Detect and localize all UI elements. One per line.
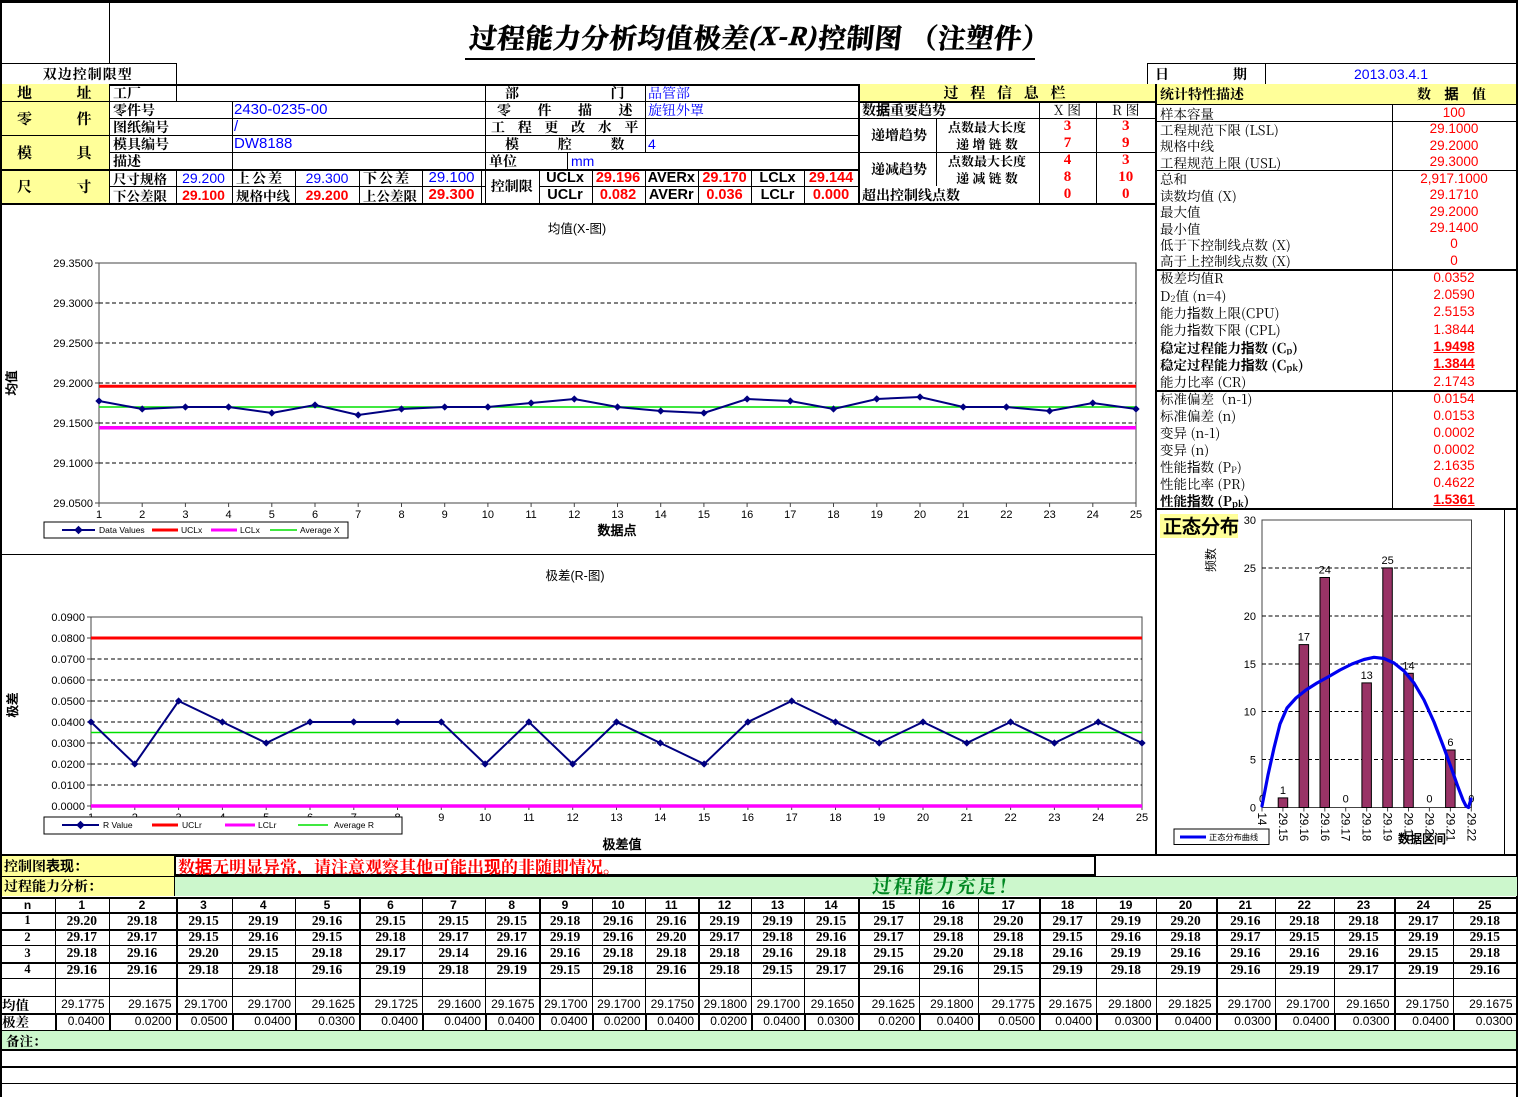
svg-text:19: 19 xyxy=(871,509,883,521)
svg-text:18: 18 xyxy=(829,812,841,824)
svg-text:29.17: 29.17 xyxy=(1339,813,1351,842)
svg-text:15: 15 xyxy=(698,509,710,521)
svg-text:25: 25 xyxy=(1130,509,1142,521)
svg-text:0.0200: 0.0200 xyxy=(51,759,85,771)
svg-text:13: 13 xyxy=(610,812,622,824)
svg-text:20: 20 xyxy=(917,812,929,824)
svg-text:6: 6 xyxy=(1447,737,1453,749)
svg-text:24: 24 xyxy=(1092,812,1104,824)
svg-text:23: 23 xyxy=(1048,812,1060,824)
svg-text:Data Values: Data Values xyxy=(99,525,145,535)
svg-text:10: 10 xyxy=(1244,707,1256,719)
svg-text:20: 20 xyxy=(1244,611,1256,623)
svg-text:2: 2 xyxy=(139,509,145,521)
svg-text:1: 1 xyxy=(96,509,102,521)
svg-text:24: 24 xyxy=(1087,509,1099,521)
svg-text:29.0500: 29.0500 xyxy=(53,498,93,510)
svg-text:13: 13 xyxy=(1361,670,1373,682)
svg-text:17: 17 xyxy=(784,509,796,521)
svg-text:29.3000: 29.3000 xyxy=(53,298,93,310)
svg-text:0: 0 xyxy=(1426,794,1432,806)
svg-text:0.0500: 0.0500 xyxy=(51,696,85,708)
svg-text:极差: 极差 xyxy=(5,692,20,717)
svg-text:29.18: 29.18 xyxy=(1360,813,1372,842)
svg-text:16: 16 xyxy=(741,509,753,521)
svg-text:8: 8 xyxy=(398,509,404,521)
svg-text:Average X: Average X xyxy=(300,525,340,535)
svg-text:UCLx: UCLx xyxy=(181,525,203,535)
svg-text:UCLr: UCLr xyxy=(182,820,202,830)
svg-text:0.0100: 0.0100 xyxy=(51,780,85,792)
svg-text:29.1000: 29.1000 xyxy=(53,458,93,470)
svg-text:29.2500: 29.2500 xyxy=(53,338,93,350)
svg-text:15: 15 xyxy=(698,812,710,824)
svg-text:正态分布曲线: 正态分布曲线 xyxy=(1209,832,1258,842)
svg-text:0.0400: 0.0400 xyxy=(51,717,85,729)
svg-text:29.16: 29.16 xyxy=(1297,813,1309,842)
svg-text:12: 12 xyxy=(567,812,579,824)
svg-text:11: 11 xyxy=(525,509,536,521)
svg-text:频数: 频数 xyxy=(1203,548,1218,572)
svg-text:0: 0 xyxy=(1343,794,1349,806)
svg-text:数据区间: 数据区间 xyxy=(1398,831,1446,846)
svg-text:9: 9 xyxy=(442,509,448,521)
svg-text:Average R: Average R xyxy=(334,820,374,830)
svg-text:29.19: 29.19 xyxy=(1381,813,1393,842)
svg-text:25: 25 xyxy=(1244,563,1256,575)
svg-text:22: 22 xyxy=(1004,812,1016,824)
svg-text:10: 10 xyxy=(482,509,494,521)
svg-text:5: 5 xyxy=(269,509,275,521)
svg-text:极差(R-图): 极差(R-图) xyxy=(545,569,604,583)
svg-text:3: 3 xyxy=(182,509,188,521)
svg-text:R Value: R Value xyxy=(103,820,133,830)
svg-text:24: 24 xyxy=(1319,565,1331,577)
svg-text:7: 7 xyxy=(355,509,361,521)
svg-text:0.0800: 0.0800 xyxy=(51,633,85,645)
svg-text:16: 16 xyxy=(742,812,754,824)
svg-text:11: 11 xyxy=(523,812,534,824)
svg-text:14: 14 xyxy=(655,509,667,521)
svg-text:1: 1 xyxy=(1280,785,1286,797)
svg-text:4: 4 xyxy=(226,509,232,521)
svg-text:29.16: 29.16 xyxy=(1318,813,1330,842)
svg-text:29.15: 29.15 xyxy=(1276,813,1288,842)
svg-text:均值(X-图): 均值(X-图) xyxy=(548,221,606,236)
svg-text:14: 14 xyxy=(1255,813,1267,826)
svg-text:29.2000: 29.2000 xyxy=(53,378,93,390)
svg-text:0.0700: 0.0700 xyxy=(51,654,85,666)
svg-text:25: 25 xyxy=(1381,555,1393,567)
svg-text:21: 21 xyxy=(957,509,969,521)
svg-text:29.22: 29.22 xyxy=(1464,813,1476,842)
svg-text:0.0900: 0.0900 xyxy=(51,612,85,624)
svg-text:5: 5 xyxy=(1250,755,1256,767)
svg-text:29.1500: 29.1500 xyxy=(53,418,93,430)
svg-text:LCLx: LCLx xyxy=(240,525,261,535)
svg-text:6: 6 xyxy=(312,509,318,521)
svg-text:21: 21 xyxy=(961,812,973,824)
svg-text:18: 18 xyxy=(827,509,839,521)
svg-text:9: 9 xyxy=(438,812,444,824)
svg-text:0.0300: 0.0300 xyxy=(51,738,85,750)
svg-text:10: 10 xyxy=(479,812,491,824)
svg-text:0.0600: 0.0600 xyxy=(51,675,85,687)
svg-text:17: 17 xyxy=(1298,632,1310,644)
svg-text:极差值: 极差值 xyxy=(602,837,641,852)
svg-text:12: 12 xyxy=(568,509,580,521)
svg-text:LCLr: LCLr xyxy=(258,820,277,830)
svg-text:17: 17 xyxy=(786,812,798,824)
svg-text:均值: 均值 xyxy=(4,370,19,396)
svg-text:25: 25 xyxy=(1136,812,1148,824)
svg-text:23: 23 xyxy=(1043,509,1055,521)
svg-text:29.3500: 29.3500 xyxy=(53,258,93,270)
svg-text:数据点: 数据点 xyxy=(597,523,636,538)
svg-text:14: 14 xyxy=(654,812,666,824)
svg-text:20: 20 xyxy=(914,509,926,521)
svg-text:15: 15 xyxy=(1244,659,1256,671)
svg-text:19: 19 xyxy=(873,812,885,824)
svg-text:0.0000: 0.0000 xyxy=(51,801,85,813)
svg-text:30: 30 xyxy=(1244,515,1256,527)
svg-text:13: 13 xyxy=(611,509,623,521)
svg-text:正态分布: 正态分布 xyxy=(1163,515,1239,538)
svg-text:22: 22 xyxy=(1000,509,1012,521)
